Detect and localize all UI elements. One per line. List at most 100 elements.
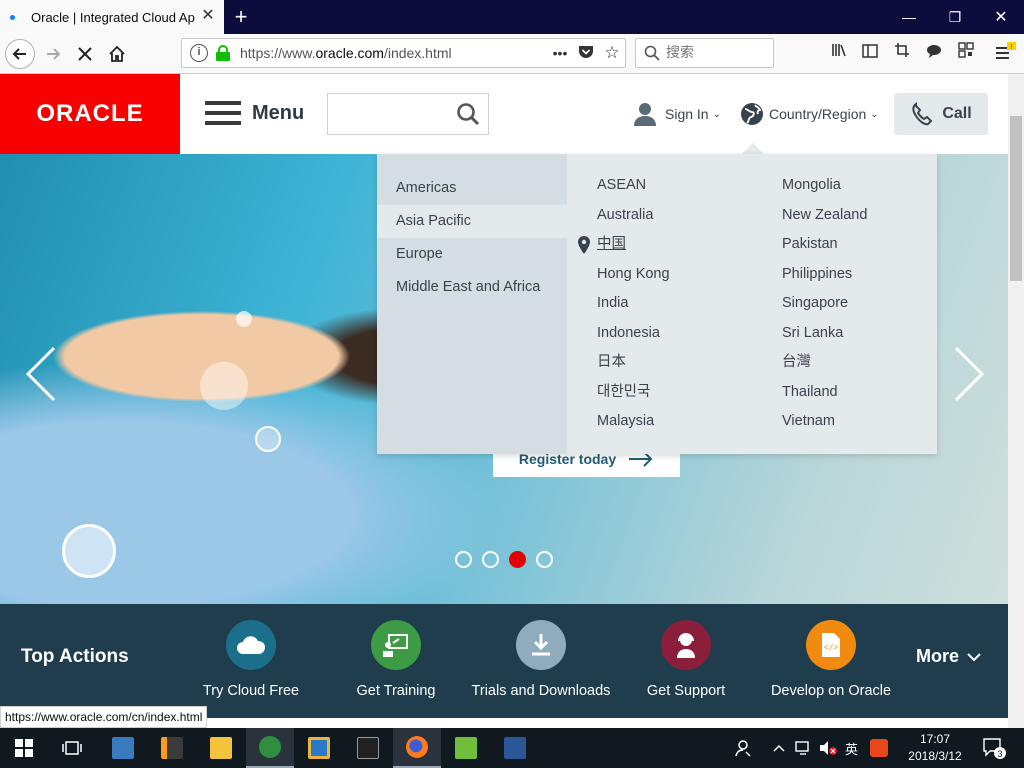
network-icon[interactable] — [795, 728, 813, 768]
restore-window-button[interactable]: ❐ — [932, 0, 978, 34]
close-window-button[interactable]: ✕ — [978, 0, 1024, 34]
taskbar-app-word[interactable] — [491, 728, 539, 768]
input-method-indicator[interactable]: 英 — [845, 728, 858, 768]
country-link[interactable]: 日本 — [597, 348, 670, 378]
close-tab-icon[interactable]: ✕ — [200, 8, 216, 24]
hamburger-menu-icon[interactable]: ! — [994, 42, 1018, 66]
country-link[interactable]: Indonesia — [597, 319, 670, 349]
country-link[interactable]: India — [597, 289, 670, 319]
previous-slide-arrow-icon[interactable] — [20, 344, 60, 404]
country-link[interactable]: Pakistan — [782, 230, 867, 260]
volume-muted-icon[interactable] — [819, 728, 837, 768]
back-button[interactable] — [5, 39, 35, 69]
country-link[interactable]: Malaysia — [597, 407, 670, 437]
slide-dot[interactable] — [455, 551, 472, 568]
browser-search-bar[interactable] — [635, 38, 774, 68]
taskbar-app-explorer[interactable] — [197, 728, 245, 768]
country-link-current[interactable]: 中国 — [578, 230, 670, 260]
region-middle-east-africa[interactable]: Middle East and Africa — [377, 271, 567, 304]
action-get-support[interactable]: Get Support — [611, 620, 761, 699]
action-try-cloud-free[interactable]: Try Cloud Free — [176, 620, 326, 699]
country-link[interactable]: New Zealand — [782, 201, 867, 231]
start-button[interactable] — [0, 728, 48, 768]
minimize-window-button[interactable]: — — [886, 0, 932, 34]
country-link[interactable]: Australia — [597, 201, 670, 231]
country-link[interactable]: ASEAN — [597, 171, 670, 201]
qr-code-icon[interactable] — [954, 42, 978, 66]
action-get-training[interactable]: Get Training — [321, 620, 471, 699]
url-bar[interactable]: i https://www.oracle.com/index.html ••• … — [181, 38, 626, 68]
action-develop-on-oracle[interactable]: </> Develop on Oracle — [756, 620, 906, 699]
country-link[interactable]: Thailand — [782, 378, 867, 408]
action-center-icon[interactable]: 3 — [982, 728, 1006, 768]
country-link[interactable]: Sri Lanka — [782, 319, 867, 349]
slide-dot-active[interactable] — [509, 551, 526, 568]
sogou-input-icon[interactable] — [870, 728, 888, 768]
taskbar-app-vm[interactable] — [295, 728, 343, 768]
slide-dot[interactable] — [536, 551, 553, 568]
slide-dot[interactable] — [482, 551, 499, 568]
screenshot-icon[interactable] — [890, 42, 914, 66]
site-info-icon[interactable]: i — [190, 44, 208, 62]
country-region-button[interactable]: Country/Region ⌄ — [740, 102, 879, 126]
browser-tab[interactable]: Oracle | Integrated Cloud Ap ✕ — [0, 0, 224, 34]
cloud-icon — [226, 620, 276, 670]
browser-search-input[interactable] — [666, 45, 756, 61]
region-list: Americas Asia Pacific Europe Middle East… — [377, 154, 567, 454]
taskbar-app-spreadsheet[interactable] — [442, 728, 490, 768]
site-search-input[interactable] — [327, 93, 489, 135]
menu-button[interactable]: Menu — [205, 101, 304, 125]
region-americas[interactable]: Americas — [377, 172, 567, 205]
tab-title: Oracle | Integrated Cloud Ap — [31, 9, 195, 25]
oracle-logo[interactable]: ORACLE — [0, 74, 180, 154]
country-link[interactable]: Philippines — [782, 260, 867, 290]
taskbar-app-360[interactable] — [246, 728, 294, 768]
action-trials-downloads[interactable]: Trials and Downloads — [466, 620, 616, 699]
action-label: Develop on Oracle — [770, 683, 892, 699]
more-actions-button[interactable]: More — [916, 646, 981, 667]
country-region-label: Country/Region — [769, 106, 867, 122]
home-button[interactable] — [102, 39, 132, 69]
region-europe[interactable]: Europe — [377, 238, 567, 271]
search-icon — [644, 45, 660, 61]
task-view-button[interactable] — [48, 728, 96, 768]
country-link[interactable]: Hong Kong — [597, 260, 670, 290]
region-asia-pacific[interactable]: Asia Pacific — [377, 205, 567, 238]
system-clock[interactable]: 17:07 2018/3/12 — [900, 731, 970, 765]
show-hidden-icons-chevron[interactable] — [773, 728, 785, 768]
page-actions-icon[interactable]: ••• — [547, 45, 573, 61]
country-list: ASEAN Australia 中国 Hong Kong India Indon… — [567, 154, 937, 454]
windows-taskbar: 英 17:07 2018/3/12 3 — [0, 728, 1024, 768]
forward-button[interactable] — [38, 39, 68, 69]
stop-icon — [78, 47, 92, 61]
country-link[interactable]: 台灣 — [782, 348, 867, 378]
taskbar-app-firefox[interactable] — [393, 728, 441, 768]
country-link[interactable]: Vietnam — [782, 407, 867, 437]
taskbar-app-sublime[interactable] — [148, 728, 196, 768]
url-text[interactable]: https://www.oracle.com/index.html — [240, 45, 547, 61]
taskbar-app-computer[interactable] — [99, 728, 147, 768]
action-label: Try Cloud Free — [202, 683, 300, 699]
code-icon: </> — [806, 620, 856, 670]
country-link[interactable]: Singapore — [782, 289, 867, 319]
library-icon[interactable] — [827, 42, 851, 66]
next-slide-arrow-icon[interactable] — [950, 344, 990, 404]
country-link[interactable]: Mongolia — [782, 171, 867, 201]
sidebar-icon[interactable] — [858, 42, 882, 66]
people-icon[interactable] — [734, 728, 752, 768]
sign-in-button[interactable]: Sign In ⌄ — [634, 102, 721, 126]
country-column-1: ASEAN Australia 中国 Hong Kong India Indon… — [578, 171, 670, 437]
top-actions-bar: Top Actions Try Cloud Free Get Training … — [0, 604, 1008, 718]
pocket-icon[interactable] — [573, 45, 599, 62]
search-icon[interactable] — [456, 102, 480, 126]
chat-icon[interactable] — [922, 42, 946, 66]
new-tab-button[interactable]: + — [228, 4, 254, 30]
stop-button[interactable] — [70, 39, 100, 69]
location-pin-icon — [578, 236, 590, 254]
call-button[interactable]: Call — [894, 93, 988, 135]
taskbar-app-terminal[interactable] — [344, 728, 392, 768]
country-link[interactable]: 대한민국 — [597, 378, 670, 408]
bookmark-star-icon[interactable]: ☆ — [599, 43, 625, 63]
page-scrollbar[interactable] — [1008, 74, 1024, 728]
scrollbar-thumb[interactable] — [1010, 116, 1022, 281]
